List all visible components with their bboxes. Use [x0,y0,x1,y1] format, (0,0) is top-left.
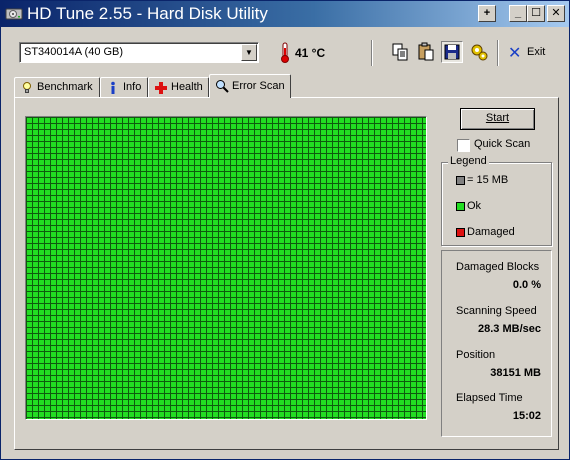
tab-label: Benchmark [37,81,93,93]
start-button[interactable]: Start [460,108,535,130]
title-bar[interactable]: HD Tune 2.55 - Hard Disk Utility + _ ☐ ✕ [1,1,569,27]
quick-scan-label: Quick Scan [474,138,531,150]
hdd-app-icon [5,8,23,20]
scan-statistics: Damaged Blocks 0.0 % Scanning Speed 28.3… [441,250,552,437]
health-icon [155,82,167,94]
error-scan-panel: Start Quick Scan Legend = 15 MB Ok Damag… [14,97,559,450]
tab-error-scan[interactable]: Error Scan [209,74,291,98]
start-label: Start [485,112,510,124]
legend-label-ok: Ok [467,200,482,212]
toolbar-separator [371,40,373,66]
tab-health[interactable]: Health [148,77,209,97]
drive-select-value: ST340014A (40 GB) [24,46,124,58]
thermometer-icon [281,42,289,63]
scan-grid [25,116,427,420]
legend-title: Legend [448,155,489,167]
app-window: HD Tune 2.55 - Hard Disk Utility + _ ☐ ✕… [0,0,570,460]
scanning-speed-label: Scanning Speed [456,305,537,317]
tab-label: Health [171,81,203,93]
damaged-blocks-label: Damaged Blocks [456,261,540,273]
tab-label: Info [123,81,142,93]
legend-group: Legend = 15 MB Ok Damaged [441,155,552,246]
position-value: 38151 MB [490,367,541,379]
tab-benchmark[interactable]: Benchmark [14,77,100,97]
minimize-button[interactable]: _ [509,5,527,22]
copy-icon[interactable] [389,41,411,63]
damaged-blocks-value: 0.0 % [512,279,541,291]
info-icon [111,81,115,94]
drive-select[interactable]: ST340014A (40 GB) ▼ [19,42,259,63]
window-title: HD Tune 2.55 - Hard Disk Utility [27,4,268,23]
magnifier-icon [216,80,229,93]
clipboard-icon[interactable] [415,41,437,63]
toolbar-separator [497,40,499,66]
legend-label-damaged: Damaged [467,226,515,238]
elapsed-time-value: 15:02 [512,410,541,422]
tab-info[interactable]: Info [100,77,148,97]
legend-label-block-size: = 15 MB [467,174,509,186]
exit-icon: ✕ [508,45,522,62]
quick-scan-checkbox[interactable] [457,139,470,152]
options-icon[interactable] [468,41,490,63]
temperature-readout: 41 °C [295,46,326,60]
tab-label: Error Scan [232,80,285,92]
legend-swatch-damaged [456,228,465,237]
legend-swatch-block [456,176,465,185]
maximize-button[interactable]: ☐ [527,5,545,22]
elapsed-time-label: Elapsed Time [456,392,523,404]
scan-block-map [26,117,426,419]
pin-button[interactable]: + [478,5,496,22]
close-button[interactable]: ✕ [547,5,565,22]
position-label: Position [456,349,496,361]
chevron-down-icon[interactable]: ▼ [241,44,257,61]
save-icon[interactable] [441,41,463,63]
exit-button[interactable]: ✕ Exit [504,41,554,63]
legend-swatch-ok [456,202,465,211]
exit-label: Exit [527,46,546,58]
benchmark-icon [23,82,31,93]
scanning-speed-value: 28.3 MB/sec [478,323,541,335]
